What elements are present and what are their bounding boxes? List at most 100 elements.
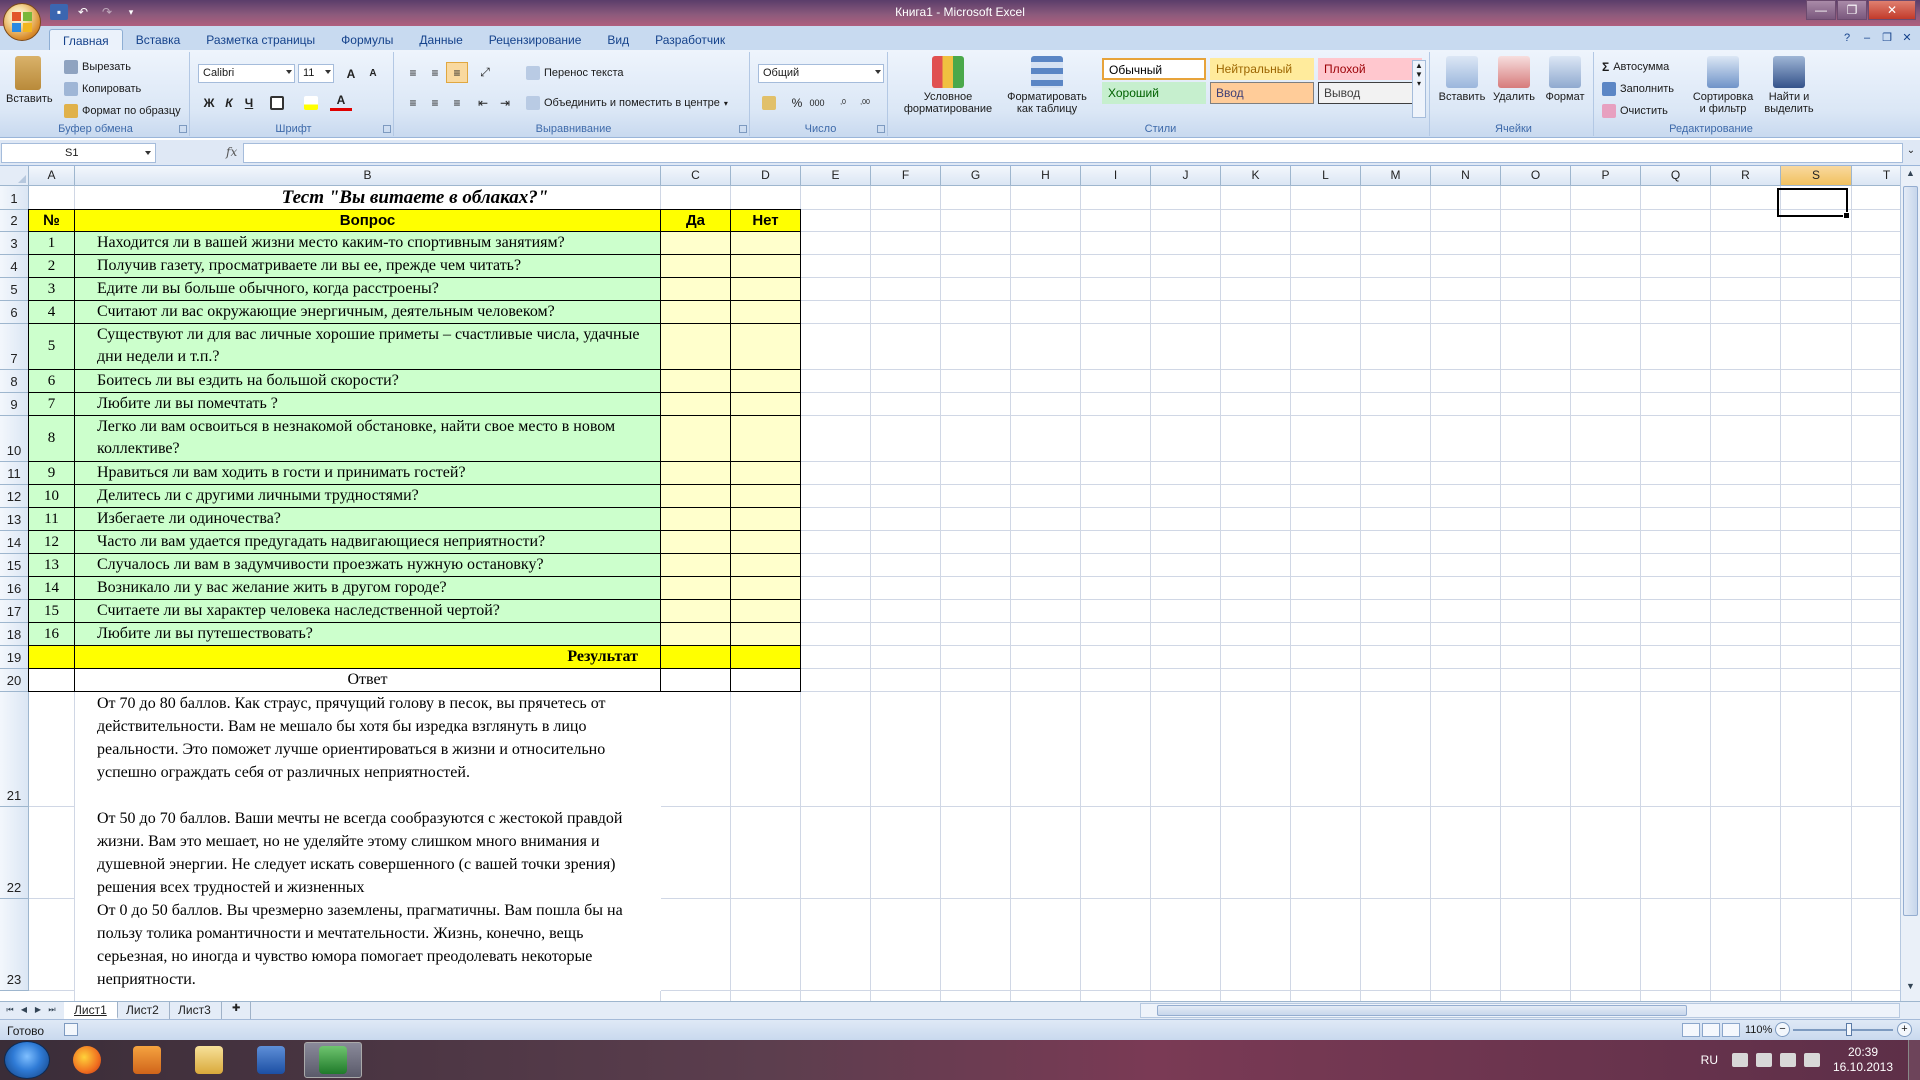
taskbar-firefox[interactable] <box>58 1042 116 1078</box>
answer-yes-cell[interactable] <box>660 484 731 508</box>
sheet-tab-2[interactable]: Лист2 <box>116 1002 170 1019</box>
help-icon[interactable]: ? <box>1840 31 1854 45</box>
cell-style-2[interactable]: Плохой <box>1318 58 1422 80</box>
font-launcher[interactable] <box>383 125 391 133</box>
answer-yes-cell[interactable] <box>660 369 731 393</box>
column-header-f[interactable]: F <box>871 166 941 186</box>
answer-no-cell[interactable] <box>730 484 801 508</box>
row-header-21[interactable]: 21 <box>0 692 29 807</box>
format-painter-button[interactable]: Формат по образцу <box>64 104 181 118</box>
increase-indent-button[interactable]: ⇥ <box>494 92 516 113</box>
question-text[interactable]: Находится ли в вашей жизни место каким-т… <box>74 231 661 255</box>
taskbar-media-player[interactable] <box>118 1042 176 1078</box>
copy-button[interactable]: Копировать <box>64 82 141 96</box>
column-header-h[interactable]: H <box>1011 166 1081 186</box>
orientation-button[interactable]: ⤢ <box>474 62 496 83</box>
question-number[interactable]: 12 <box>28 530 75 554</box>
normal-view-button[interactable] <box>1682 1023 1700 1037</box>
paste-button[interactable]: Вставить <box>6 56 53 105</box>
answer-yes-cell[interactable] <box>660 530 731 554</box>
prev-sheet-arrow[interactable]: ◀ <box>18 1003 30 1017</box>
question-number[interactable]: 2 <box>28 254 75 278</box>
column-header-j[interactable]: J <box>1151 166 1221 186</box>
header-question[interactable]: Вопрос <box>74 209 661 232</box>
cell-style-1[interactable]: Нейтральный <box>1210 58 1314 80</box>
row-header-23[interactable]: 23 <box>0 899 29 991</box>
taskbar-excel[interactable] <box>304 1042 362 1078</box>
row-header-18[interactable]: 18 <box>0 623 29 646</box>
zoom-slider-thumb[interactable] <box>1846 1023 1852 1036</box>
borders-button[interactable] <box>266 92 288 113</box>
tab-data[interactable]: Данные <box>406 29 475 50</box>
answer-no-cell[interactable] <box>730 415 801 462</box>
align-left-button[interactable]: ≡ <box>402 92 424 113</box>
column-header-g[interactable]: G <box>941 166 1011 186</box>
last-sheet-arrow[interactable]: ⏭ <box>46 1003 58 1017</box>
taskbar-file-explorer[interactable] <box>180 1042 238 1078</box>
cell-style-0[interactable]: Обычный <box>1102 58 1206 80</box>
question-text[interactable]: Считают ли вас окружающие энергичным, де… <box>74 300 661 324</box>
row-header-22[interactable]: 22 <box>0 807 29 899</box>
row-header-16[interactable]: 16 <box>0 577 29 600</box>
header-yes[interactable]: Да <box>660 209 731 232</box>
column-header-a[interactable]: A <box>29 166 75 186</box>
name-box[interactable]: S1 <box>1 143 156 163</box>
tab-formulas[interactable]: Формулы <box>328 29 406 50</box>
page-layout-view-button[interactable] <box>1702 1023 1720 1037</box>
cell-style-5[interactable]: Вывод <box>1318 82 1422 104</box>
workbook-close-icon[interactable]: ✕ <box>1900 31 1914 45</box>
column-header-o[interactable]: O <box>1501 166 1571 186</box>
battery-icon[interactable] <box>1780 1053 1796 1067</box>
clipboard-launcher[interactable] <box>179 125 187 133</box>
macro-record-icon[interactable] <box>64 1023 78 1036</box>
underline-button[interactable]: Ч <box>238 92 260 113</box>
answer-yes-cell[interactable] <box>660 415 731 462</box>
shrink-font-button[interactable]: A <box>362 63 384 84</box>
sort-filter-button[interactable]: Сортировка и фильтр <box>1690 56 1756 115</box>
row-header-6[interactable]: 6 <box>0 301 29 324</box>
question-number[interactable]: 4 <box>28 300 75 324</box>
restore-button[interactable]: ❐ <box>1837 0 1867 20</box>
row-header-2[interactable]: 2 <box>0 210 29 232</box>
office-button[interactable] <box>3 3 41 41</box>
network-icon[interactable] <box>1756 1053 1772 1067</box>
result-label[interactable]: Результат <box>74 645 661 669</box>
vertical-scrollbar[interactable]: ▲ ▼ <box>1900 166 1920 1001</box>
answer-no-cell[interactable] <box>730 599 801 623</box>
answer-no-cell[interactable] <box>730 323 801 370</box>
grow-font-button[interactable]: A <box>340 63 362 84</box>
answer-no-cell[interactable] <box>730 461 801 485</box>
row-header-9[interactable]: 9 <box>0 393 29 416</box>
answer-yes-cell[interactable] <box>660 507 731 531</box>
merge-center-button[interactable]: Объединить и поместить в центре ▾ <box>526 96 728 110</box>
row-header-20[interactable]: 20 <box>0 669 29 692</box>
question-number[interactable]: 8 <box>28 415 75 462</box>
question-number[interactable]: 16 <box>28 622 75 646</box>
increase-decimal-button[interactable]: ,0 <box>832 92 854 113</box>
column-header-s[interactable]: S <box>1781 166 1852 186</box>
header-number[interactable]: № <box>28 209 75 232</box>
align-top-button[interactable]: ≡ <box>402 62 424 83</box>
answer-yes-cell[interactable] <box>660 392 731 416</box>
delete-cells-button[interactable]: Удалить <box>1488 56 1540 103</box>
align-right-button[interactable]: ≡ <box>446 92 468 113</box>
result-no-cell[interactable] <box>730 645 801 669</box>
vertical-scroll-thumb[interactable] <box>1903 186 1918 916</box>
scroll-up-arrow[interactable]: ▲ <box>1903 168 1918 184</box>
page-break-view-button[interactable] <box>1722 1023 1740 1037</box>
zoom-out-button[interactable]: − <box>1775 1022 1790 1037</box>
answer-no-cell[interactable] <box>730 392 801 416</box>
row-header-19[interactable]: 19 <box>0 646 29 669</box>
number-launcher[interactable] <box>877 125 885 133</box>
zoom-in-button[interactable]: + <box>1897 1022 1912 1037</box>
row-header-7[interactable]: 7 <box>0 324 29 370</box>
worksheet-grid[interactable]: ABCDEFGHIJKLMNOPQRST 1 2 3 4 5 6 7 8 9 10 11 12 13 14… <box>0 166 1900 1001</box>
column-header-r[interactable]: R <box>1711 166 1781 186</box>
tab-view[interactable]: Вид <box>594 29 642 50</box>
column-header-t[interactable]: T <box>1852 166 1900 186</box>
result-number-cell[interactable] <box>28 645 75 669</box>
font-name-combo[interactable]: Calibri <box>198 64 295 83</box>
insert-sheet-icon[interactable]: ✚ <box>222 1002 252 1019</box>
answer-no-cell[interactable] <box>730 231 801 255</box>
answer-no-cell[interactable] <box>730 254 801 278</box>
